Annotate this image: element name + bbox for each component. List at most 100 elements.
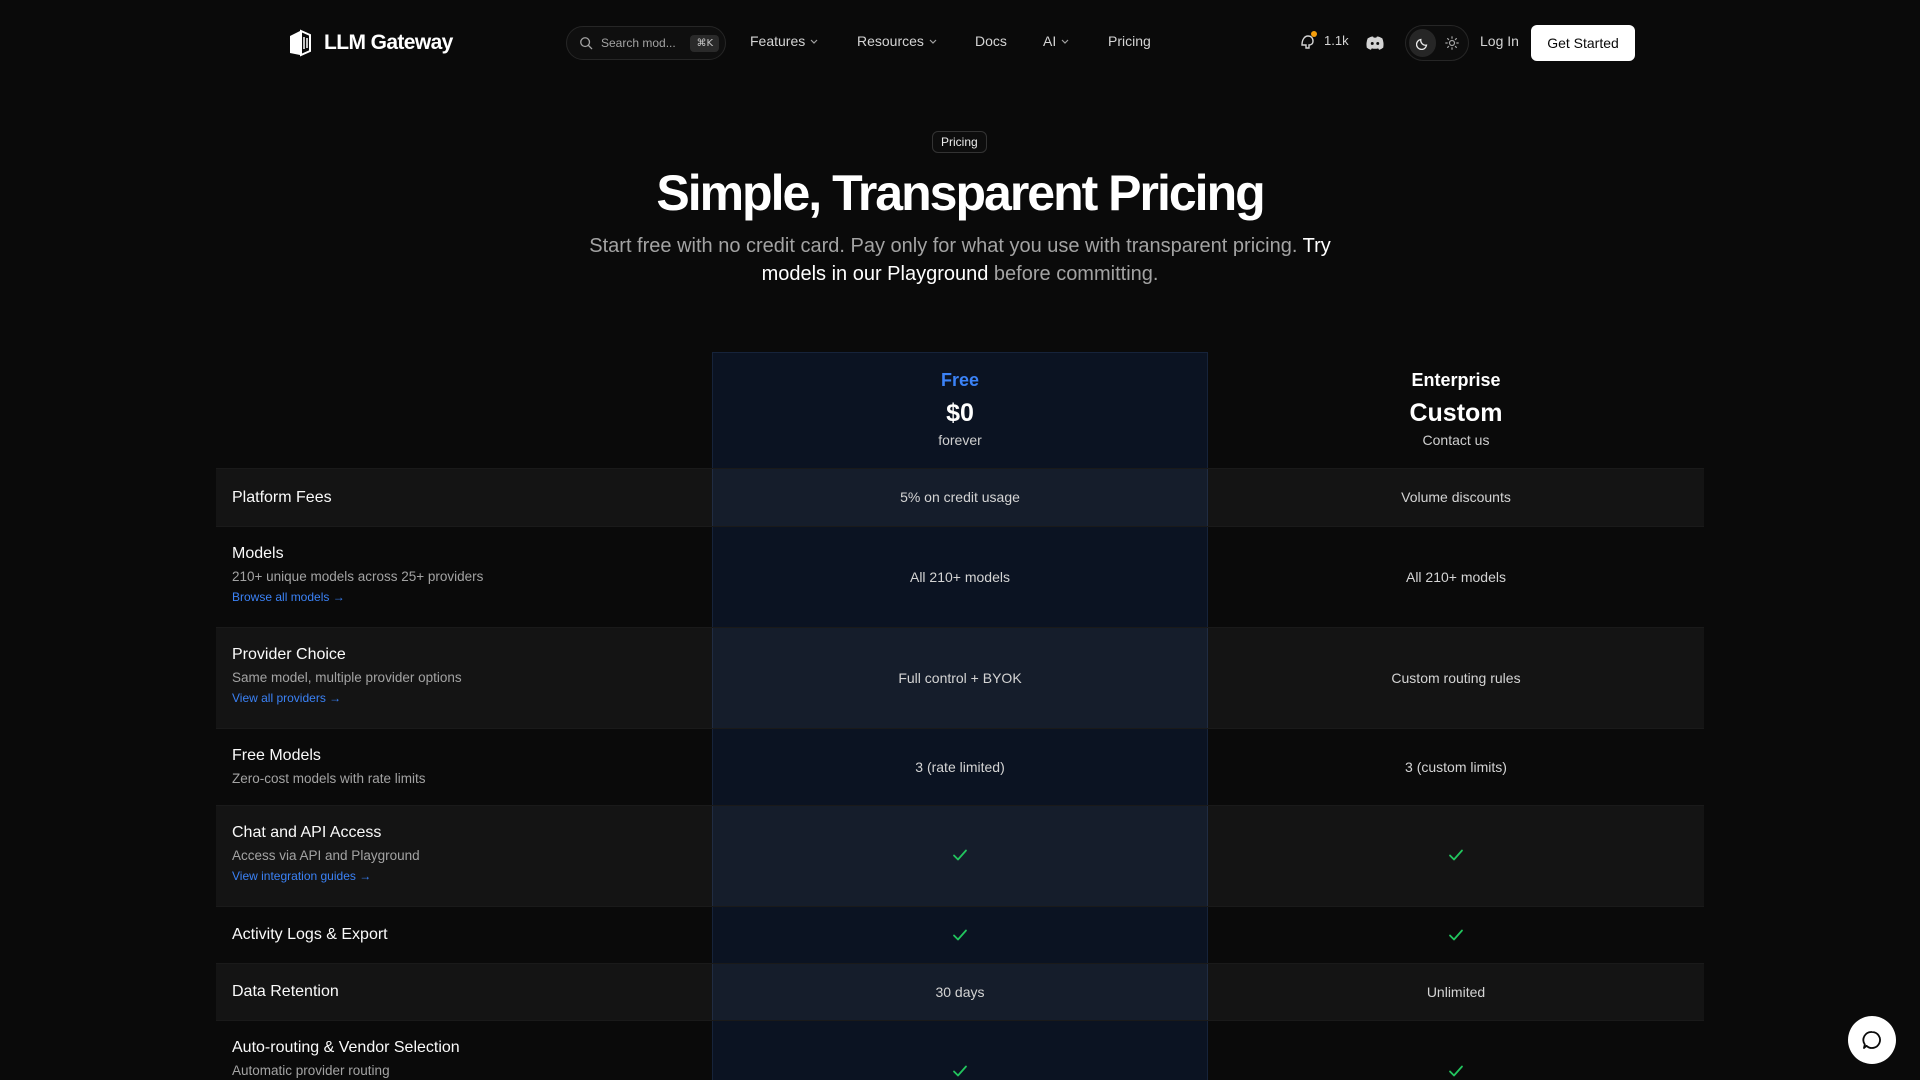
- table-row: Platform Fees 5% on credit usage Volume …: [216, 468, 1704, 526]
- integration-guides-link[interactable]: View integration guides →: [232, 869, 371, 883]
- plan-header-free: Free $0 forever: [712, 370, 1208, 448]
- enterprise-plan-check: [1208, 926, 1704, 947]
- feature-title: Chat and API Access: [232, 824, 382, 841]
- brand-name: LLM Gateway: [324, 31, 453, 54]
- feature-description: Zero-cost models with rate limits: [232, 771, 426, 786]
- free-plan-value: Full control + BYOK: [898, 670, 1022, 686]
- enterprise-plan-value: Unlimited: [1426, 984, 1486, 1000]
- table-row: Data Retention 30 days Unlimited: [216, 963, 1704, 1020]
- nav-item-pricing[interactable]: Pricing: [1108, 33, 1151, 49]
- brand-logo[interactable]: LLM Gateway: [284, 26, 453, 60]
- browse-models-link[interactable]: Browse all models →: [232, 590, 345, 604]
- get-started-button[interactable]: Get Started: [1531, 25, 1635, 61]
- search-icon: [580, 37, 593, 50]
- search-input[interactable]: Search mod... ⌘K: [566, 26, 726, 60]
- nav-item-label: Features: [750, 33, 806, 49]
- nav-item-label: Pricing: [1108, 33, 1151, 49]
- discord-icon[interactable]: [1364, 32, 1386, 54]
- nav-item-docs[interactable]: Docs: [975, 33, 1007, 49]
- feature-cell: Free Models Zero-cost models with rate l…: [232, 747, 426, 786]
- feature-title: Provider Choice: [232, 646, 346, 663]
- light-mode-button[interactable]: [1438, 29, 1465, 57]
- enterprise-plan-value: Custom routing rules: [1391, 670, 1521, 686]
- login-link[interactable]: Log In: [1480, 33, 1519, 49]
- table-row: Models 210+ unique models across 25+ pro…: [216, 526, 1704, 627]
- table-row: Auto-routing & Vendor Selection Automati…: [216, 1020, 1704, 1080]
- subtitle-text-end: before committing.: [993, 263, 1159, 285]
- check-icon: [953, 1065, 967, 1077]
- page-subtitle: Start free with no credit card. Pay only…: [570, 232, 1350, 288]
- feature-description: Same model, multiple provider options: [232, 670, 462, 685]
- feature-description: Access via API and Playground: [232, 848, 420, 863]
- enterprise-plan-check: [1208, 1062, 1704, 1080]
- sun-icon: [1444, 36, 1459, 50]
- free-plan-value: 5% on credit usage: [900, 489, 1020, 505]
- plan-name: Free: [940, 370, 980, 390]
- table-row: Provider Choice Same model, multiple pro…: [216, 627, 1704, 728]
- view-providers-link[interactable]: View all providers →: [232, 691, 341, 705]
- table-row: Chat and API Access Access via API and P…: [216, 805, 1704, 906]
- section-badge: Pricing: [932, 131, 987, 153]
- check-icon: [1449, 929, 1463, 941]
- nav-item-label: AI: [1043, 33, 1057, 49]
- table-row: Free Models Zero-cost models with rate l…: [216, 728, 1704, 805]
- feature-title: Data Retention: [232, 983, 339, 1000]
- free-plan-value: 3 (rate limited): [915, 759, 1005, 775]
- free-plan-check: [712, 926, 1208, 947]
- feature-description: Automatic provider routing: [232, 1063, 390, 1078]
- chevron-down-icon: [1061, 39, 1069, 44]
- subtitle-text: Start free with no credit card. Pay only…: [589, 235, 1298, 257]
- enterprise-plan-value: All 210+ models: [1405, 569, 1506, 585]
- nav-item-features[interactable]: Features: [750, 33, 819, 49]
- plan-price: Custom: [1409, 399, 1503, 427]
- feature-description: 210+ unique models across 25+ providers: [232, 569, 484, 584]
- feature-cell: Auto-routing & Vendor Selection Automati…: [232, 1039, 460, 1078]
- free-plan-value: All 210+ models: [909, 569, 1010, 585]
- github-star-count: 1.1k: [1324, 32, 1349, 48]
- plan-header-enterprise: Enterprise Custom Contact us: [1208, 370, 1704, 448]
- search-placeholder: Search mod...: [601, 36, 676, 50]
- check-icon: [1449, 849, 1463, 861]
- feature-title: Activity Logs & Export: [232, 926, 388, 943]
- nav-item-label: Docs: [975, 33, 1007, 49]
- feature-title: Platform Fees: [232, 489, 332, 506]
- page-title: Simple, Transparent Pricing: [656, 165, 1265, 221]
- free-plan-check: [712, 1062, 1208, 1080]
- free-plan-value: 30 days: [935, 984, 985, 1000]
- feature-cell: Data Retention: [232, 983, 339, 1001]
- plan-name: Enterprise: [1411, 370, 1501, 390]
- feature-cell: Models 210+ unique models across 25+ pro…: [232, 545, 483, 606]
- moon-icon: [1415, 38, 1427, 50]
- feature-cell: Chat and API Access Access via API and P…: [232, 824, 420, 885]
- nav-item-ai[interactable]: AI: [1043, 33, 1070, 49]
- chevron-down-icon: [929, 39, 937, 44]
- plan-note: forever: [938, 432, 982, 448]
- check-icon: [953, 929, 967, 941]
- nav-item-label: Resources: [857, 33, 924, 49]
- table-row: Activity Logs & Export: [216, 906, 1704, 963]
- chat-support-button[interactable]: [1848, 1016, 1896, 1064]
- enterprise-plan-value: 3 (custom limits): [1405, 759, 1507, 775]
- nav-item-resources[interactable]: Resources: [857, 33, 938, 49]
- feature-title: Models: [232, 545, 284, 562]
- feature-cell: Activity Logs & Export: [232, 926, 388, 944]
- chat-bubble-icon: [1862, 1031, 1881, 1049]
- github-stars-link[interactable]: 1.1k: [1298, 30, 1349, 50]
- plan-price: $0: [946, 399, 974, 427]
- feature-cell: Provider Choice Same model, multiple pro…: [232, 646, 462, 707]
- top-navbar: LLM Gateway Search mod... ⌘K Features Re…: [0, 0, 1920, 86]
- feature-title: Free Models: [232, 747, 321, 764]
- feature-cell: Platform Fees: [232, 489, 332, 507]
- enterprise-plan-check: [1208, 846, 1704, 867]
- chevron-down-icon: [810, 39, 818, 44]
- free-plan-check: [712, 846, 1208, 867]
- check-icon: [1449, 1065, 1463, 1077]
- dark-mode-button[interactable]: [1409, 29, 1436, 57]
- llm-gateway-logo-icon: [290, 29, 311, 57]
- github-star-icon: [1301, 31, 1317, 49]
- plan-note: Contact us: [1422, 432, 1490, 448]
- enterprise-plan-value: Volume discounts: [1401, 489, 1511, 505]
- theme-toggle: [1405, 25, 1469, 61]
- search-shortcut-badge: ⌘K: [690, 34, 719, 52]
- check-icon: [953, 849, 967, 861]
